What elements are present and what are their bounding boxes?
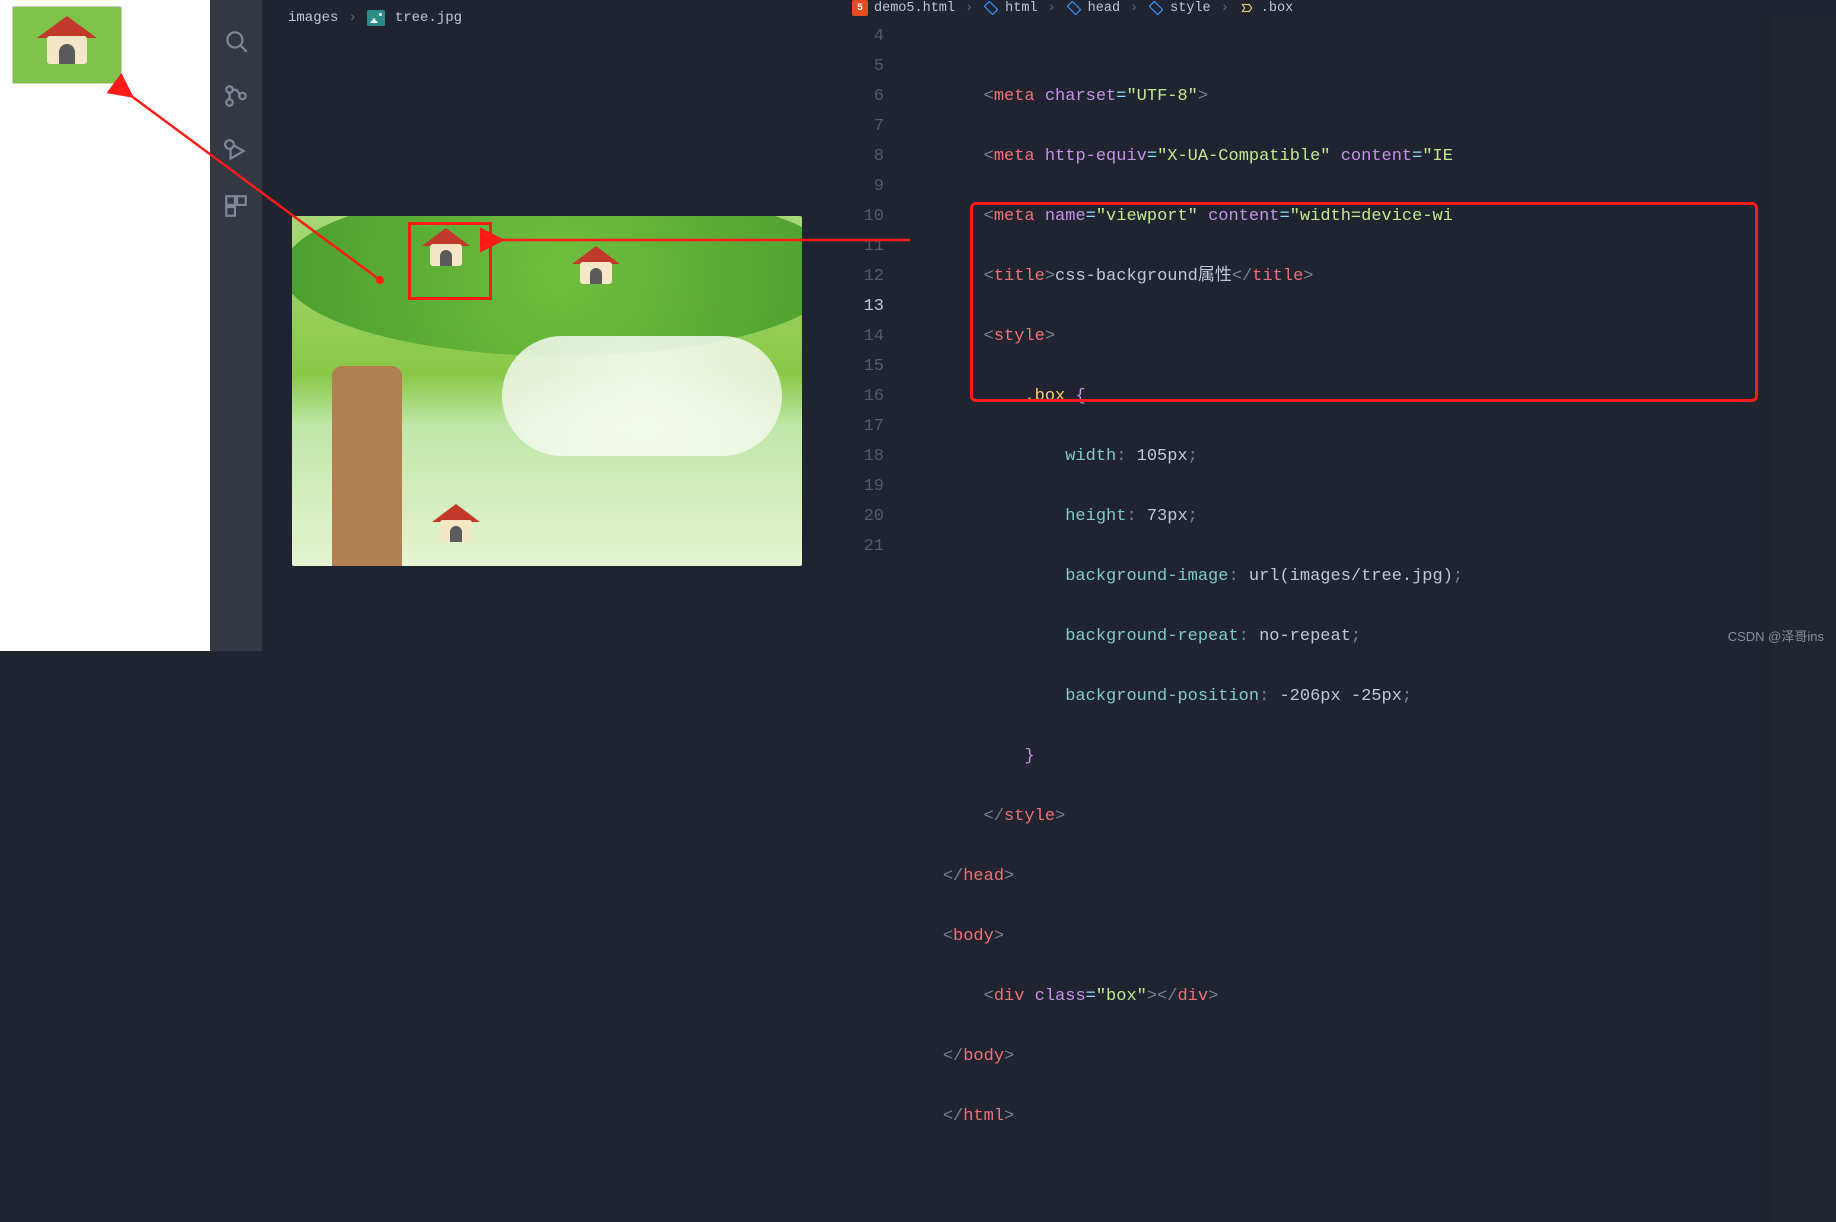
crumb-style[interactable]: style [1170, 1, 1211, 16]
line-gutter: 456 789 101112 131415 161718 192021 [842, 16, 902, 1222]
watermark: CSDN @泽哥ins [1728, 626, 1824, 645]
symbol-icon [983, 0, 999, 16]
external-preview-pane [0, 0, 210, 651]
css-rule-annotation-box [970, 202, 1758, 402]
image-file-icon [367, 10, 385, 26]
chevron-right-icon: › [1130, 1, 1138, 16]
symbol-icon [1066, 0, 1082, 16]
source-control-icon[interactable] [223, 83, 249, 114]
symbol-icon [1239, 0, 1255, 16]
breadcrumb-file: tree.jpg [395, 10, 462, 26]
code-editor-panel: demo5.html › html › head › style › .box … [842, 0, 1836, 651]
chevron-right-icon: › [1048, 1, 1056, 16]
chevron-right-icon: › [348, 10, 356, 26]
code-editor[interactable]: 456 789 101112 131415 161718 192021 <met… [842, 16, 1836, 1222]
debug-icon[interactable] [223, 138, 249, 169]
crumb-file[interactable]: demo5.html [874, 1, 955, 16]
crumb-head[interactable]: head [1088, 1, 1120, 16]
tree-image-preview[interactable] [292, 216, 802, 566]
activity-bar [210, 0, 262, 651]
search-icon[interactable] [223, 28, 249, 59]
chevron-right-icon: › [965, 1, 973, 16]
symbol-icon [1148, 0, 1164, 16]
chevron-right-icon: › [1221, 1, 1229, 16]
extensions-icon[interactable] [223, 193, 249, 224]
crumb-box[interactable]: .box [1261, 1, 1293, 16]
active-line-highlight [842, 292, 1772, 322]
crumb-html[interactable]: html [1005, 1, 1037, 16]
cropped-result-thumbnail [12, 6, 122, 84]
breadcrumb-folder: images [288, 10, 338, 26]
editor-breadcrumbs[interactable]: demo5.html › html › head › style › .box [842, 0, 1836, 16]
minimap[interactable] [1772, 16, 1836, 1222]
image-breadcrumb[interactable]: images › tree.jpg [262, 0, 842, 36]
image-preview-panel: images › tree.jpg [262, 0, 842, 651]
code-content[interactable]: <meta charset="UTF-8"> <meta http-equiv=… [902, 16, 1772, 1222]
house-illustration [37, 20, 97, 70]
html-file-icon [852, 0, 868, 16]
